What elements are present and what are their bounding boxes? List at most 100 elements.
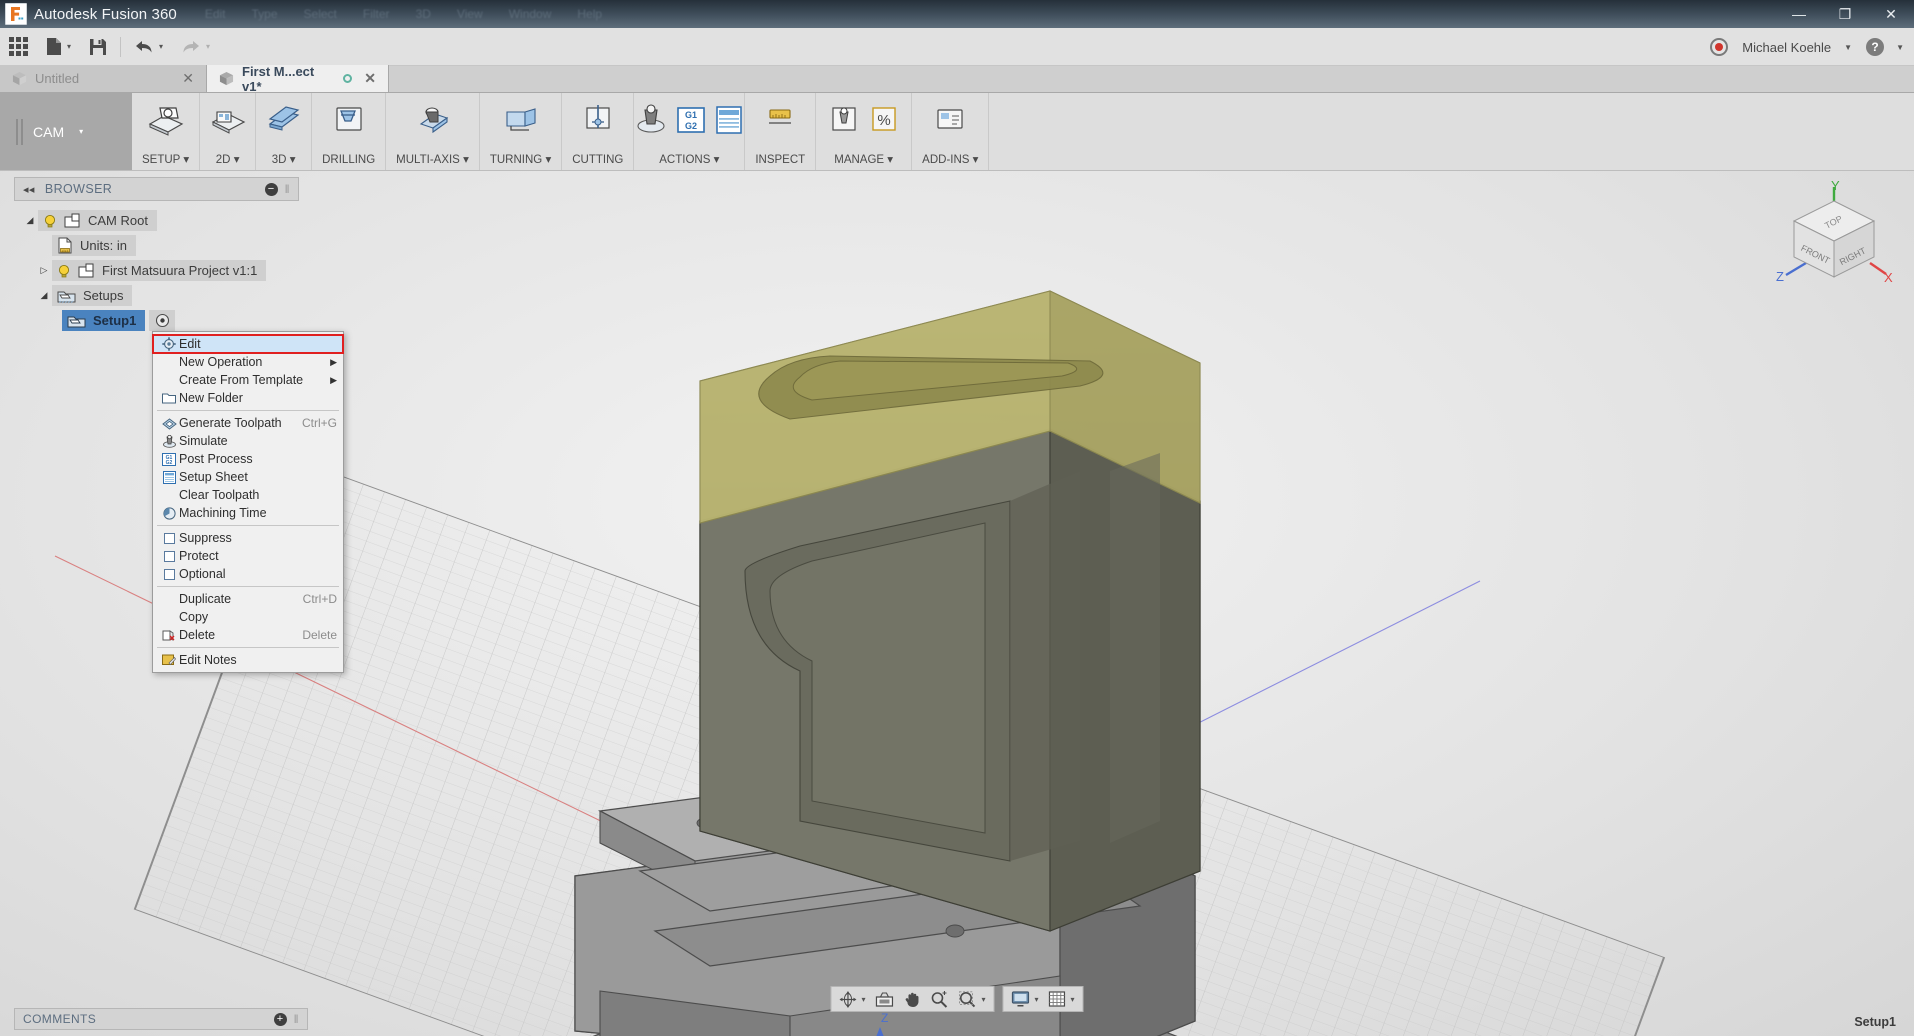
chevron-down-icon: ▾ [981, 994, 986, 1004]
show-data-panel-button[interactable] [0, 28, 37, 66]
menu-item-type[interactable]: Type [252, 7, 278, 21]
context-menu-item-edit-notes[interactable]: Edit Notes [153, 651, 343, 669]
chevron-down-icon: ▾ [67, 42, 72, 51]
drag-handle-icon[interactable]: ‖ [294, 1012, 299, 1026]
context-menu-item-duplicate[interactable]: Duplicate Ctrl+D [153, 590, 343, 608]
tree-item-cam-root[interactable]: CAM Root [38, 210, 157, 231]
tree-row-first-matsuura-project[interactable]: ▷ First Matsuura Project v1:1 [0, 259, 305, 282]
menu-item-select[interactable]: Select [304, 7, 337, 21]
ribbon-group-add-ins[interactable]: ADD-INS ▾ [912, 93, 990, 170]
context-menu-item-edit[interactable]: Edit [152, 334, 344, 354]
drag-handle-icon[interactable]: ‖ [285, 182, 290, 196]
viewcube-y-label: Y [1831, 179, 1840, 193]
maximize-button[interactable]: ❐ [1822, 0, 1868, 28]
ribbon-group-turning[interactable]: TURNING ▾ [480, 93, 563, 170]
checkbox[interactable] [163, 532, 175, 544]
ribbon-group-2d[interactable]: 2D ▾ [200, 93, 257, 170]
minimize-button[interactable]: — [1776, 0, 1822, 28]
context-menu-item-new-operation[interactable]: New Operation ▶ [153, 353, 343, 371]
fit-button[interactable]: ▾ [953, 987, 990, 1011]
lightbulb-icon[interactable] [43, 214, 57, 228]
tree-item-setup1[interactable]: Setup1 [62, 310, 146, 331]
tree-row-cam-root[interactable]: ◢ CAM Root [0, 209, 305, 232]
add-comment-icon[interactable]: + [273, 1012, 287, 1026]
tree-row-setups[interactable]: ◢ Setups [0, 284, 305, 307]
collapse-arrow-icon[interactable]: ▷ [36, 265, 52, 276]
pan-button[interactable] [898, 987, 925, 1011]
menu-item-3d[interactable]: 3D [416, 7, 431, 21]
context-menu-item-simulate[interactable]: Simulate [153, 432, 343, 450]
context-menu-item-post-process[interactable]: G1 G2 Post Process [153, 450, 343, 468]
minimize-panel-icon[interactable]: − [264, 182, 278, 196]
grid-snaps-button[interactable]: ▾ [1044, 987, 1080, 1011]
redo-button[interactable]: ▾ [172, 28, 219, 66]
context-menu-item-delete[interactable]: Delete Delete [153, 626, 343, 644]
tree-item-first-matsuura-project[interactable]: First Matsuura Project v1:1 [52, 260, 267, 281]
ribbon-group-inspect[interactable]: INSPECT [745, 93, 817, 170]
workspace-switcher[interactable]: CAM ▾ [0, 93, 132, 170]
context-menu-item-create-from-template[interactable]: Create From Template ▶ [153, 371, 343, 389]
ribbon-group-multi-axis[interactable]: MULTI-AXIS ▾ [386, 93, 480, 170]
menu-item-help[interactable]: Help [577, 7, 602, 21]
expand-arrow-icon[interactable]: ◢ [36, 290, 52, 301]
context-menu-item-clear-toolpath[interactable]: Clear Toolpath [153, 486, 343, 504]
user-menu[interactable]: Michael Koehle ▼ [1742, 40, 1852, 55]
new-file-button[interactable]: ▾ [37, 28, 80, 66]
setup-visibility-toggle[interactable] [149, 310, 176, 331]
tab-untitled[interactable]: Untitled ✕ [0, 65, 207, 92]
checkbox[interactable] [163, 568, 175, 580]
origin-z-label: Z [881, 1011, 888, 1025]
expand-arrow-icon[interactable]: ◢ [22, 215, 38, 226]
screen-record-icon[interactable] [1710, 38, 1729, 56]
menu-item-view[interactable]: View [457, 7, 483, 21]
undo-icon [136, 40, 152, 52]
menu-item-filter[interactable]: Filter [363, 7, 390, 21]
viewport-canvas[interactable]: Z Y X Y Z X TO [0, 171, 1914, 1036]
lightbulb-icon[interactable] [57, 264, 71, 278]
view-cube[interactable]: Y Z X TOP FRONT RIGHT [1774, 178, 1894, 289]
ribbon-group-cutting[interactable]: CUTTING [562, 93, 635, 170]
menu-bar: Edit Type Select Filter 3D View Window H… [205, 7, 602, 21]
context-menu-item-generate-toolpath[interactable]: Generate Toolpath Ctrl+G [153, 414, 343, 432]
context-menu-item-setup-sheet[interactable]: Setup Sheet [153, 468, 343, 486]
menu-item-window[interactable]: Window [509, 7, 552, 21]
help-menu[interactable]: ? ▼ [1866, 38, 1904, 56]
context-menu-item-optional[interactable]: Optional [153, 565, 343, 583]
collapse-icon[interactable]: ◂◂ [23, 183, 35, 196]
context-menu-item-protect[interactable]: Protect [153, 547, 343, 565]
menu-item-edit[interactable]: Edit [205, 7, 226, 21]
ribbon-group-manage[interactable]: % MANAGE ▾ [816, 93, 913, 170]
tree-row-units[interactable]: Units: in [0, 234, 305, 257]
tree-item-setups[interactable]: Setups [52, 285, 133, 306]
zoom-button[interactable] [925, 987, 953, 1011]
tab-first-matsuura-project[interactable]: First M...ect v1* ✕ [207, 64, 389, 94]
context-menu-separator [157, 586, 339, 587]
close-button[interactable]: ✕ [1868, 0, 1914, 28]
save-button[interactable] [80, 28, 116, 66]
tree-item-label: Setups [83, 288, 124, 303]
ribbon-group-label: MULTI-AXIS ▾ [396, 154, 469, 166]
tree-item-units[interactable]: Units: in [52, 235, 136, 256]
ribbon-group-3d[interactable]: 3D ▾ [256, 93, 313, 170]
close-icon[interactable]: ✕ [364, 70, 376, 87]
ribbon-group-setup[interactable]: SETUP ▾ [132, 93, 201, 170]
tree-item-label: Setup1 [93, 313, 137, 328]
unsaved-indicator-icon [343, 74, 353, 83]
display-settings-button[interactable]: ▾ [1007, 987, 1044, 1011]
checkbox[interactable] [163, 550, 175, 562]
comments-panel[interactable]: COMMENTS + ‖ [14, 1008, 308, 1030]
context-menu-item-copy[interactable]: Copy [153, 608, 343, 626]
tree-row-setup1[interactable]: Setup1 [0, 309, 305, 332]
close-icon[interactable]: ✕ [182, 70, 194, 87]
context-menu-item-machining-time[interactable]: Machining Time [153, 504, 343, 522]
look-at-button[interactable] [870, 987, 898, 1011]
context-menu-item-suppress[interactable]: Suppress [153, 529, 343, 547]
window-controls: — ❐ ✕ [1776, 0, 1914, 28]
undo-button[interactable]: ▾ [125, 28, 172, 66]
orbit-button[interactable]: ▾ [834, 987, 870, 1011]
ribbon-group-actions[interactable]: G1 G2 ACTIONS ▾ [634, 93, 746, 170]
context-menu-separator [157, 647, 339, 648]
context-menu-item-new-folder[interactable]: New Folder [153, 389, 343, 407]
ribbon-group-label: MANAGE ▾ [834, 154, 894, 166]
ribbon-group-drilling[interactable]: DRILLING [312, 93, 387, 170]
